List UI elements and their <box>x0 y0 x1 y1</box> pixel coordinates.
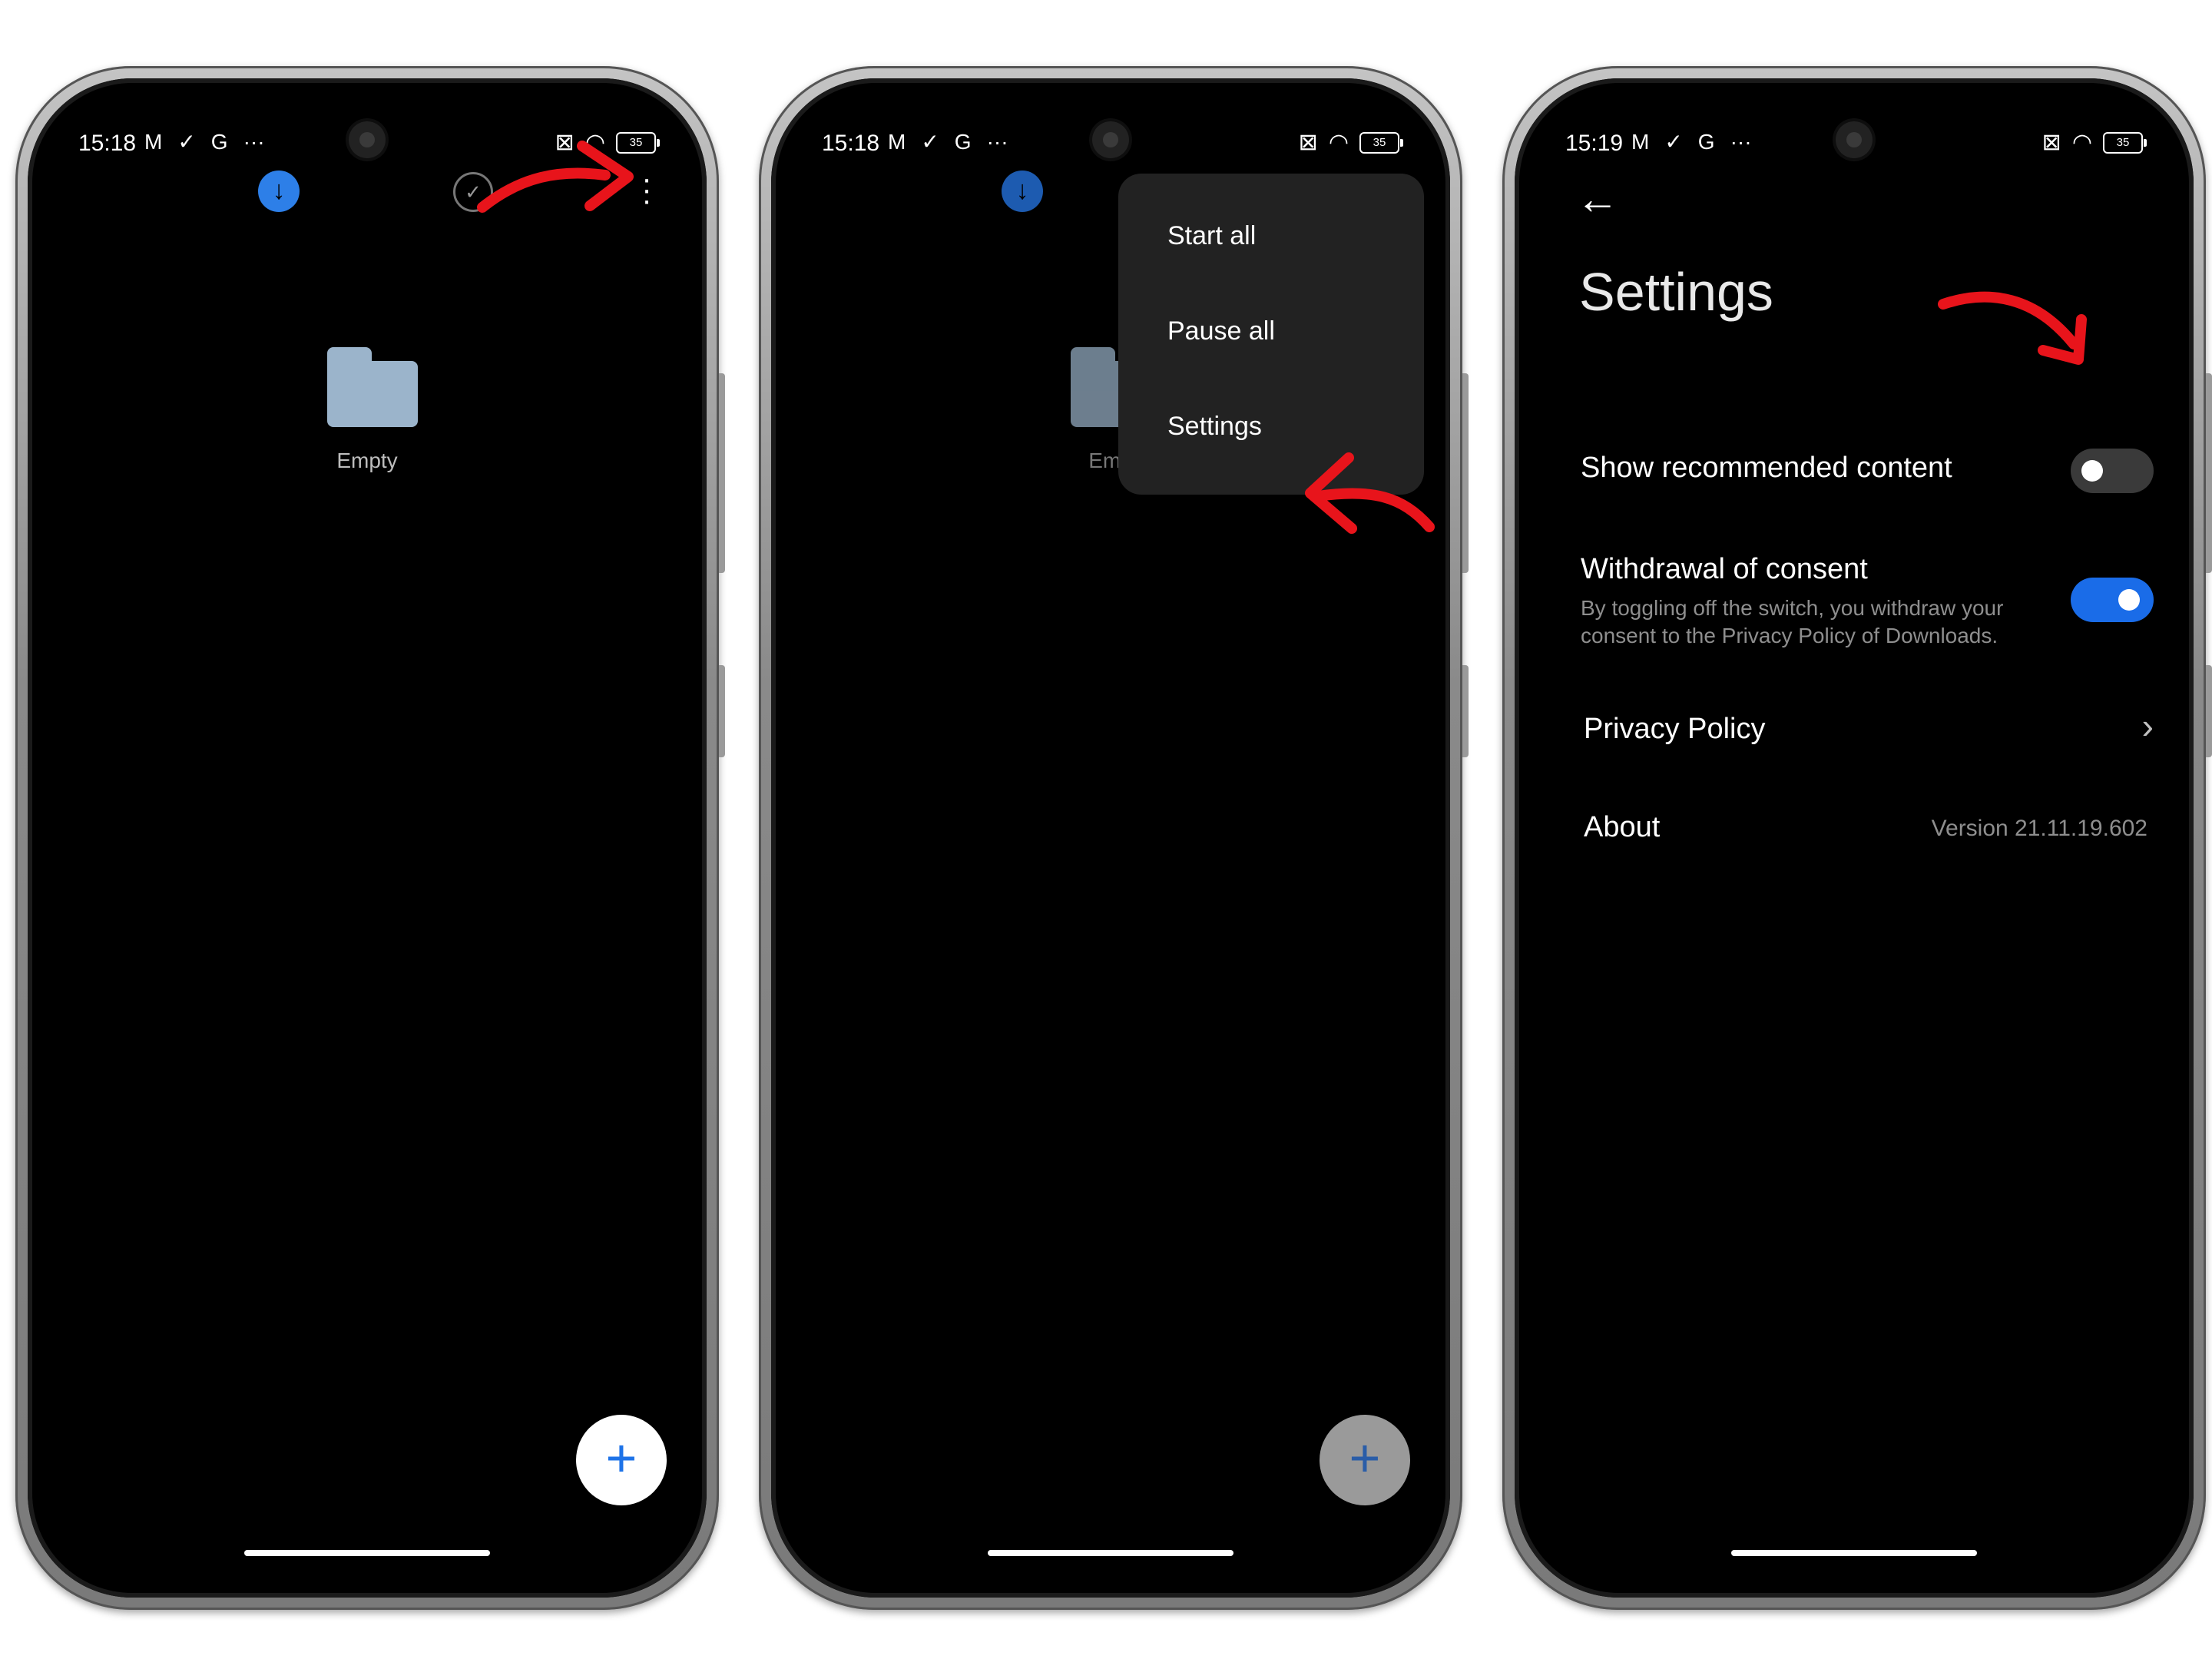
status-right: ⊠ ◠ 35 <box>1298 129 1403 156</box>
show-recommended-toggle[interactable] <box>2071 449 2154 493</box>
privacy-policy-link[interactable]: Privacy Policy <box>1584 713 1766 746</box>
empty-label: Empty <box>336 449 398 472</box>
chevron-right-icon: › <box>2141 706 2154 746</box>
check-icon: ✓ <box>921 130 939 154</box>
phone-1: 15:18 M ✓ G ··· ⊠ ◠ 35 ↓ ✓ · · · Empty + <box>15 66 725 1610</box>
add-download-button[interactable]: + <box>1320 1415 1410 1505</box>
menu-item-pause-all[interactable]: Pause all <box>1167 316 1275 346</box>
show-recommended-label: Show recommended content <box>1581 452 1952 484</box>
annotation-arrow-icon <box>477 141 634 213</box>
screen-2: 15:18 M ✓ G ··· ⊠ ◠ 35 ↓ Emp Start all Paus… <box>771 78 1450 1598</box>
withdrawal-label: Withdrawal of consent <box>1581 553 1868 585</box>
more-icon: ··· <box>1730 130 1752 154</box>
check-icon: ✓ <box>177 130 196 154</box>
notification-icons: M ✓ G ··· <box>144 129 280 154</box>
back-arrow-icon[interactable]: ← <box>1576 174 1619 224</box>
about-label[interactable]: About <box>1584 811 1660 844</box>
add-download-button[interactable]: + <box>576 1415 667 1505</box>
status-time: 15:18 <box>78 131 137 156</box>
wifi-icon: ◠ <box>2071 130 2092 155</box>
withdrawal-toggle[interactable] <box>2071 578 2154 622</box>
empty-folder-icon <box>327 347 418 427</box>
status-time: 15:19 <box>1565 131 1624 156</box>
google-icon: G <box>954 130 972 154</box>
check-icon: ✓ <box>1664 130 1683 154</box>
withdrawal-description: By toggling off the switch, you withdraw… <box>1581 596 2004 647</box>
status-time: 15:18 <box>822 131 880 156</box>
gmail-icon: M <box>1631 130 1650 154</box>
status-bar: 15:19 M ✓ G ··· ⊠ ◠ 35 <box>1515 126 2194 163</box>
menu-item-settings[interactable]: Settings <box>1167 412 1262 442</box>
menu-item-start-all[interactable]: Start all <box>1167 221 1256 251</box>
page-title: Settings <box>1579 262 1773 322</box>
home-indicator[interactable] <box>244 1550 490 1556</box>
sim-icon: ⊠ <box>1298 130 1318 155</box>
gmail-icon: M <box>888 130 906 154</box>
more-icon: ··· <box>986 130 1008 154</box>
sim-icon: ⊠ <box>2041 130 2061 155</box>
google-icon: G <box>1697 130 1715 154</box>
annotation-arrow-icon <box>1938 291 2087 365</box>
battery-icon: 35 <box>2103 131 2147 154</box>
annotation-arrow-icon <box>1305 452 1435 534</box>
status-bar: 15:18 M ✓ G ··· ⊠ ◠ 35 <box>771 126 1450 163</box>
status-right: ⊠ ◠ 35 <box>2041 129 2147 156</box>
google-icon: G <box>210 130 228 154</box>
notification-icons: M ✓ G ··· <box>1631 129 1767 154</box>
phone-3: 15:19 M ✓ G ··· ⊠ ◠ 35 ← Settings Show reco… <box>1502 66 2212 1610</box>
phone-2: 15:18 M ✓ G ··· ⊠ ◠ 35 ↓ Emp Start all Paus… <box>759 66 1469 1610</box>
gmail-icon: M <box>144 130 163 154</box>
version-text: Version 21.11.19.602 <box>1931 816 2147 841</box>
more-icon: ··· <box>243 130 265 154</box>
home-indicator[interactable] <box>1731 1550 1977 1556</box>
home-indicator[interactable] <box>988 1550 1233 1556</box>
notification-icons: M ✓ G ··· <box>888 129 1024 154</box>
wifi-icon: ◠ <box>1328 130 1349 155</box>
battery-icon: 35 <box>1359 131 1403 154</box>
screen-1: 15:18 M ✓ G ··· ⊠ ◠ 35 ↓ ✓ · · · Empty + <box>28 78 707 1598</box>
download-tab-icon[interactable]: ↓ <box>1002 171 1043 212</box>
download-tab-icon[interactable]: ↓ <box>258 171 300 212</box>
